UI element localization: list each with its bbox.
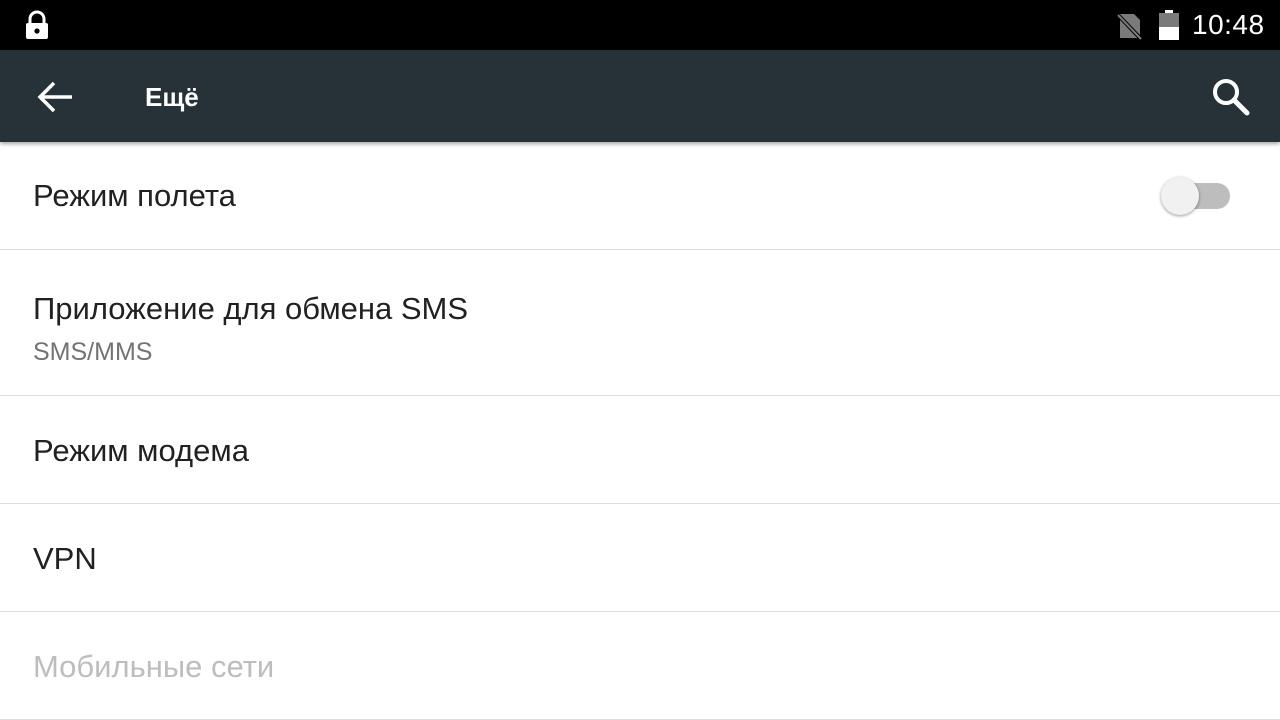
setting-summary: SMS/MMS [33, 338, 153, 366]
app-bar: Ещё [0, 50, 1280, 142]
page-title: Ещё [145, 82, 199, 112]
status-bar: 10:48 [0, 0, 1280, 50]
settings-list: Режим полета Приложение для обмена SMS S… [0, 142, 1280, 720]
setting-tethering[interactable]: Режим модема [0, 396, 1280, 504]
airplane-mode-toggle[interactable] [1160, 176, 1232, 216]
setting-label: Режим модема [33, 433, 249, 468]
status-clock: 10:48 [1192, 9, 1265, 40]
setting-sms-app[interactable]: Приложение для обмена SMS SMS/MMS [0, 250, 1280, 396]
lock-icon [26, 10, 48, 39]
toggle-thumb [1161, 177, 1199, 215]
arrow-back-icon[interactable] [34, 76, 76, 118]
battery-icon [1159, 10, 1179, 40]
setting-label: Режим полета [33, 178, 236, 213]
setting-label: Приложение для обмена SMS [33, 291, 469, 326]
setting-airplane-mode[interactable]: Режим полета [0, 142, 1280, 250]
setting-label: Мобильные сети [33, 649, 275, 684]
setting-label: VPN [33, 541, 97, 576]
search-icon[interactable] [1208, 74, 1254, 120]
no-sim-icon [1116, 13, 1142, 40]
setting-vpn[interactable]: VPN [0, 504, 1280, 612]
setting-mobile-networks: Мобильные сети [0, 612, 1280, 720]
